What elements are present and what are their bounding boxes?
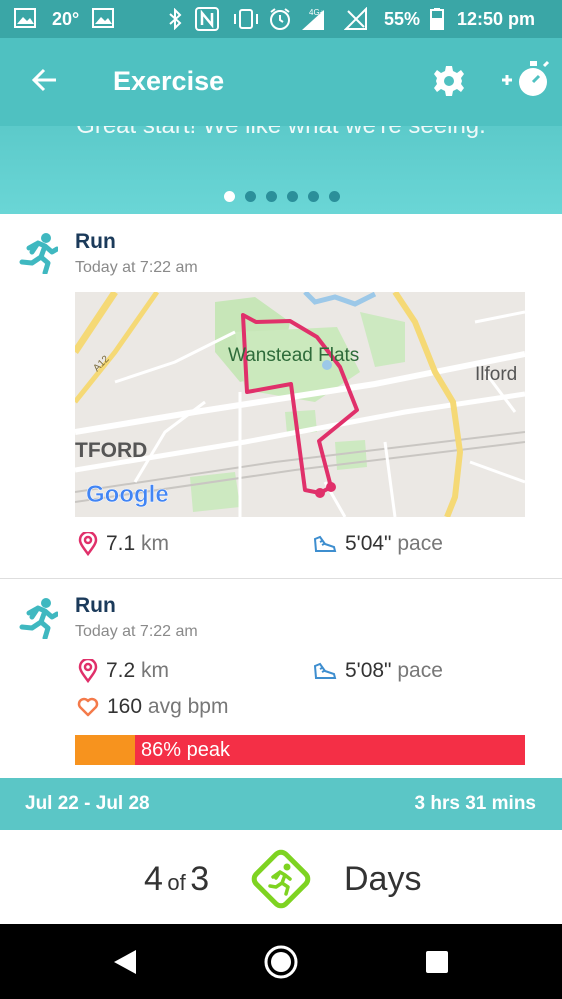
shoe-icon bbox=[313, 536, 337, 553]
gear-icon[interactable] bbox=[433, 65, 465, 102]
back-nav-icon[interactable] bbox=[112, 948, 138, 981]
home-nav-icon[interactable] bbox=[263, 944, 299, 985]
pace-value: 5'04" bbox=[345, 532, 392, 555]
recents-nav-icon[interactable] bbox=[425, 950, 449, 979]
run-icon bbox=[18, 597, 60, 644]
status-bar: 20° 4G+ 55% 12:50 pm bbox=[0, 0, 562, 38]
temperature-label: 20° bbox=[52, 9, 80, 29]
add-stopwatch-icon[interactable] bbox=[500, 58, 550, 105]
goal-count: 4 bbox=[144, 860, 163, 898]
map-label-stratford: TFORD bbox=[75, 439, 147, 462]
pace-stat: 5'08" pace bbox=[313, 659, 443, 683]
location-pin-icon bbox=[78, 531, 98, 557]
vibrate-icon bbox=[232, 8, 260, 35]
page-dot bbox=[329, 191, 340, 202]
distance-stat: 7.2 km bbox=[78, 658, 170, 684]
distance-stat: 7.1 km bbox=[78, 531, 170, 557]
signal-no-sim-icon bbox=[343, 6, 370, 36]
page-dot bbox=[308, 191, 319, 202]
heart-rate-zone-bar: 86% peak bbox=[75, 735, 525, 765]
page-dot bbox=[245, 191, 256, 202]
distance-unit: km bbox=[141, 659, 170, 682]
gallery-notification-icon-2 bbox=[92, 8, 114, 33]
svg-text:4G+: 4G+ bbox=[309, 8, 325, 17]
pace-unit: pace bbox=[397, 532, 443, 555]
goal-run-icon bbox=[245, 843, 317, 920]
clock: 12:50 pm bbox=[457, 9, 536, 29]
page-title: Exercise bbox=[113, 66, 225, 96]
heart-rate-stat: 160 avg bpm bbox=[77, 695, 228, 719]
distance-value: 7.1 bbox=[106, 532, 136, 555]
page-dot bbox=[224, 191, 235, 202]
pace-unit: pace bbox=[397, 659, 443, 682]
shoe-icon bbox=[313, 663, 337, 680]
heart-rate-unit: avg bpm bbox=[147, 695, 229, 718]
route-map[interactable]: Wanstead Flats Ilford TFORD A12 Google bbox=[75, 292, 525, 517]
fat-burn-zone bbox=[75, 735, 135, 765]
encouragement-message: Great start! We like what we're seeing. bbox=[0, 126, 562, 140]
map-logo: Google bbox=[86, 481, 169, 508]
map-label-ilford: Ilford bbox=[475, 364, 517, 385]
run-icon bbox=[18, 232, 60, 279]
bluetooth-icon bbox=[168, 7, 182, 35]
activity-time: Today at 7:22 am bbox=[75, 623, 198, 640]
pace-value: 5'08" bbox=[345, 659, 392, 682]
activity-title: Run bbox=[75, 230, 116, 253]
activity-card[interactable]: Run Today at 7:22 am 7.2 km 5'08" pace 1… bbox=[0, 579, 562, 778]
battery-percent: 55% bbox=[384, 9, 421, 29]
activity-card[interactable]: Run Today at 7:22 am Wanstead Flats Ilfo… bbox=[0, 214, 562, 578]
week-total: 3 hrs 31 mins bbox=[414, 793, 536, 814]
weekly-goal[interactable]: 4 of 3 Days bbox=[0, 830, 562, 924]
page-dot bbox=[287, 191, 298, 202]
week-range: Jul 22 - Jul 28 bbox=[25, 793, 150, 814]
map-label-wanstead-flats: Wanstead Flats bbox=[228, 345, 359, 366]
alarm-icon bbox=[268, 7, 292, 36]
location-pin-icon bbox=[78, 658, 98, 684]
goal-target: 3 bbox=[190, 860, 210, 898]
heart-icon bbox=[77, 698, 99, 717]
battery-icon bbox=[430, 8, 444, 35]
nfc-icon bbox=[195, 7, 219, 36]
page-dot bbox=[266, 191, 277, 202]
week-summary-bar[interactable]: Jul 22 - Jul 28 3 hrs 31 mins bbox=[0, 778, 562, 830]
goal-of: of bbox=[167, 870, 186, 895]
activity-time: Today at 7:22 am bbox=[75, 259, 198, 276]
system-nav-bar bbox=[0, 924, 562, 999]
distance-unit: km bbox=[141, 532, 170, 555]
goal-progress: 4 of 3 bbox=[144, 860, 209, 899]
goal-unit-label: Days bbox=[344, 860, 422, 898]
peak-zone: 86% peak bbox=[135, 735, 525, 765]
gallery-notification-icon bbox=[14, 8, 36, 33]
app-bar: Exercise bbox=[0, 38, 562, 126]
pace-stat: 5'04" pace bbox=[313, 532, 443, 556]
distance-value: 7.2 bbox=[106, 659, 136, 682]
heart-rate-value: 160 bbox=[107, 695, 143, 718]
activity-title: Run bbox=[75, 594, 116, 617]
encouragement-banner[interactable]: Great start! We like what we're seeing. bbox=[0, 126, 562, 214]
arrow-left-icon[interactable] bbox=[30, 66, 58, 99]
map-graphic: Wanstead Flats Ilford TFORD A12 Google bbox=[75, 292, 525, 517]
signal-icon: 4G+ bbox=[298, 6, 328, 37]
